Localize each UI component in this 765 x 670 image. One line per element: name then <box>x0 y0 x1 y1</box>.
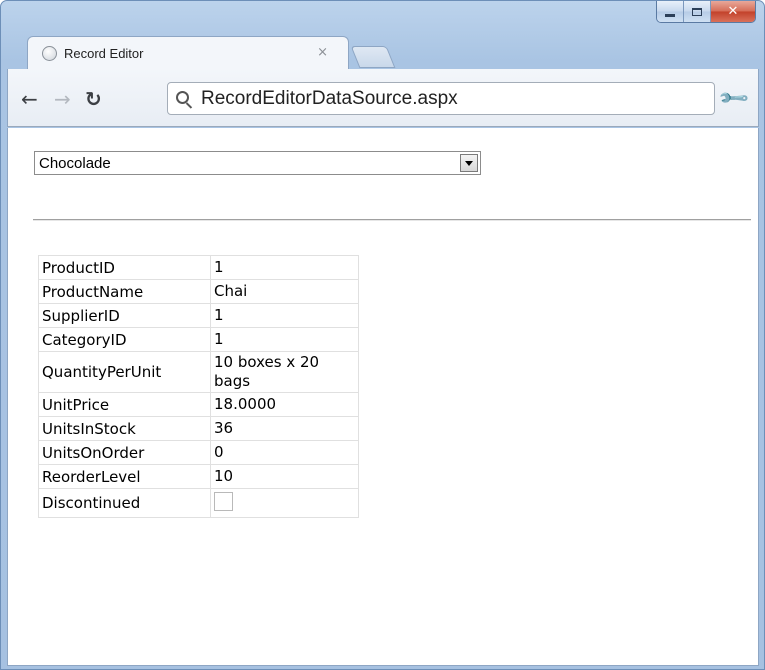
search-icon <box>176 90 189 104</box>
field-value: 36 <box>210 416 359 441</box>
discontinued-checkbox[interactable] <box>214 492 233 511</box>
browser-window: ✕ Record Editor × ← → ↻ RecordEditorData… <box>0 0 765 670</box>
close-window-button[interactable]: ✕ <box>711 1 755 22</box>
details-row: CategoryID 1 <box>38 327 359 352</box>
field-name: ProductID <box>38 255 211 280</box>
field-name: UnitPrice <box>38 392 211 417</box>
product-dropdown-value: Chocolade <box>39 154 111 172</box>
details-row: UnitPrice 18.0000 <box>38 392 359 417</box>
field-value: 1 <box>210 327 359 352</box>
details-view: ProductID 1 ProductName Chai SupplierID 1 Cate… <box>38 255 359 518</box>
field-name: UnitsOnOrder <box>38 440 211 465</box>
details-row: ProductName Chai <box>38 279 359 304</box>
field-name: ProductName <box>38 279 211 304</box>
globe-icon <box>42 46 57 61</box>
address-url: RecordEditorDataSource.aspx <box>201 87 458 109</box>
details-row: ProductID 1 <box>38 255 359 280</box>
forward-arrow-icon[interactable]: → <box>54 89 71 109</box>
dropdown-button[interactable] <box>460 154 478 172</box>
field-name: Discontinued <box>38 488 211 518</box>
horizontal-rule <box>33 219 751 221</box>
field-value: 0 <box>210 440 359 465</box>
close-icon: ✕ <box>727 4 739 19</box>
minimize-button[interactable] <box>657 1 684 22</box>
tab-title: Record Editor <box>64 46 144 61</box>
address-bar[interactable]: RecordEditorDataSource.aspx <box>167 82 715 115</box>
field-value: 1 <box>210 255 359 280</box>
field-name: QuantityPerUnit <box>38 351 211 393</box>
browser-tab[interactable]: Record Editor × <box>27 36 349 70</box>
field-name: ReorderLevel <box>38 464 211 489</box>
new-tab-button[interactable] <box>350 46 396 68</box>
product-dropdown[interactable]: Chocolade <box>34 151 481 175</box>
field-value: 10 boxes x 20 bags <box>210 351 359 393</box>
page-content: Chocolade ProductID 1 ProductName Chai Suppl… <box>7 128 759 666</box>
minimize-icon <box>665 13 675 17</box>
maximize-icon <box>692 7 702 16</box>
wrench-icon[interactable]: 🔧 <box>716 81 751 116</box>
field-value: 18.0000 <box>210 392 359 417</box>
chevron-down-icon <box>465 160 473 166</box>
browser-toolbar: ← → ↻ RecordEditorDataSource.aspx 🔧 <box>7 69 759 127</box>
details-row: ReorderLevel 10 <box>38 464 359 489</box>
field-name: CategoryID <box>38 327 211 352</box>
details-row: Discontinued <box>38 488 359 518</box>
details-row: SupplierID 1 <box>38 303 359 328</box>
field-value: 1 <box>210 303 359 328</box>
field-name: UnitsInStock <box>38 416 211 441</box>
field-value: 10 <box>210 464 359 489</box>
details-row: UnitsInStock 36 <box>38 416 359 441</box>
field-value <box>210 488 359 518</box>
tab-close-icon[interactable]: × <box>317 45 328 60</box>
reload-icon[interactable]: ↻ <box>85 89 102 109</box>
field-value: Chai <box>210 279 359 304</box>
window-controls: ✕ <box>656 1 756 23</box>
details-row: QuantityPerUnit 10 boxes x 20 bags <box>38 351 359 393</box>
details-row: UnitsOnOrder 0 <box>38 440 359 465</box>
maximize-button[interactable] <box>684 1 711 22</box>
back-arrow-icon[interactable]: ← <box>21 89 38 109</box>
field-name: SupplierID <box>38 303 211 328</box>
